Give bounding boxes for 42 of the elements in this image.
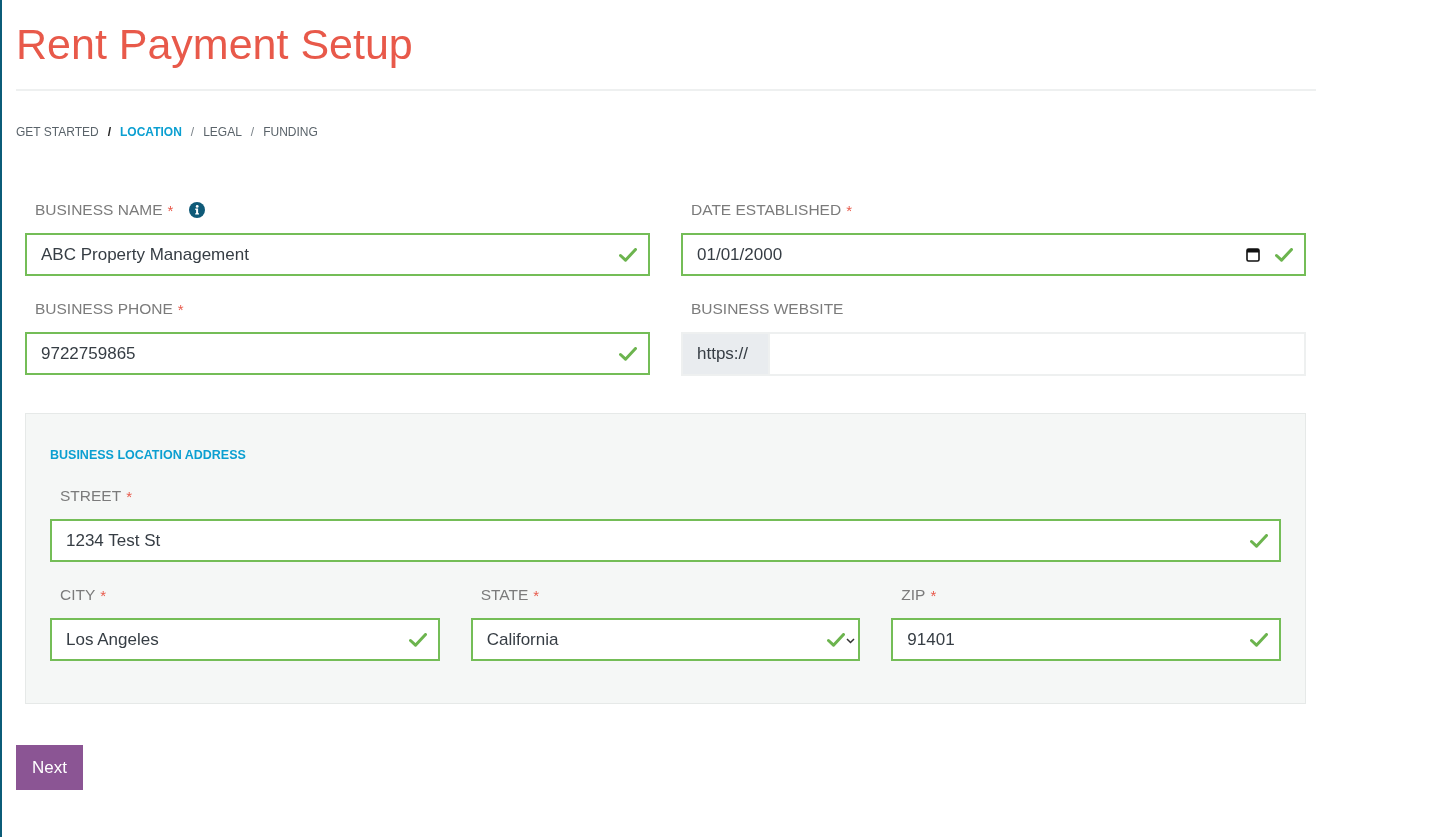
required-asterisk: * [167, 201, 174, 219]
breadcrumb-item[interactable]: GET STARTED [16, 124, 99, 140]
date-field[interactable]: 01/01/2000 [681, 233, 1306, 276]
breadcrumb-separator: / [250, 124, 255, 140]
check-icon [1250, 533, 1268, 548]
text-field[interactable]: Los Angeles [50, 618, 440, 661]
page-title: Rent Payment Setup [16, 19, 413, 70]
check-icon [1275, 247, 1293, 262]
required-asterisk: * [930, 586, 937, 604]
check-icon [827, 632, 846, 647]
field-label: STREET [60, 487, 122, 505]
text-field[interactable]: 91401 [891, 618, 1281, 661]
required-asterisk: * [177, 300, 184, 318]
field-label: DATE ESTABLISHED [691, 201, 842, 219]
next-button[interactable]: Next [16, 745, 83, 790]
field-label: STATE [480, 586, 529, 604]
check-icon [1250, 632, 1268, 647]
url-prefix: https:// [681, 332, 768, 376]
breadcrumb-item[interactable]: FUNDING [263, 124, 318, 140]
text-field[interactable]: 1234 Test St [50, 519, 1281, 562]
check-icon [619, 247, 637, 262]
breadcrumb-separator: / [107, 124, 112, 140]
required-asterisk: * [533, 586, 540, 604]
breadcrumb-item[interactable]: LEGAL [203, 124, 242, 140]
text-field[interactable]: 9722759865 [25, 332, 650, 375]
text-field[interactable]: ABC Property Management [25, 233, 650, 276]
field-label: CITY [60, 586, 96, 604]
calendar-icon[interactable] [1246, 247, 1260, 262]
required-asterisk: * [100, 586, 107, 604]
check-icon [408, 632, 427, 647]
field-label: BUSINESS NAME [35, 201, 163, 219]
field-label: ZIP [901, 586, 926, 604]
breadcrumb-separator: / [190, 124, 195, 140]
caret-icon [846, 637, 856, 644]
field-label: BUSINESS WEBSITE [691, 300, 844, 318]
required-asterisk: * [126, 487, 132, 505]
required-asterisk: * [846, 201, 852, 219]
field-label: BUSINESS PHONE [35, 300, 173, 318]
check-icon [619, 346, 637, 361]
info-icon[interactable] [189, 202, 206, 218]
section-heading: BUSINESS LOCATION ADDRESS [50, 447, 246, 463]
select-dropdown[interactable]: California [470, 618, 861, 661]
